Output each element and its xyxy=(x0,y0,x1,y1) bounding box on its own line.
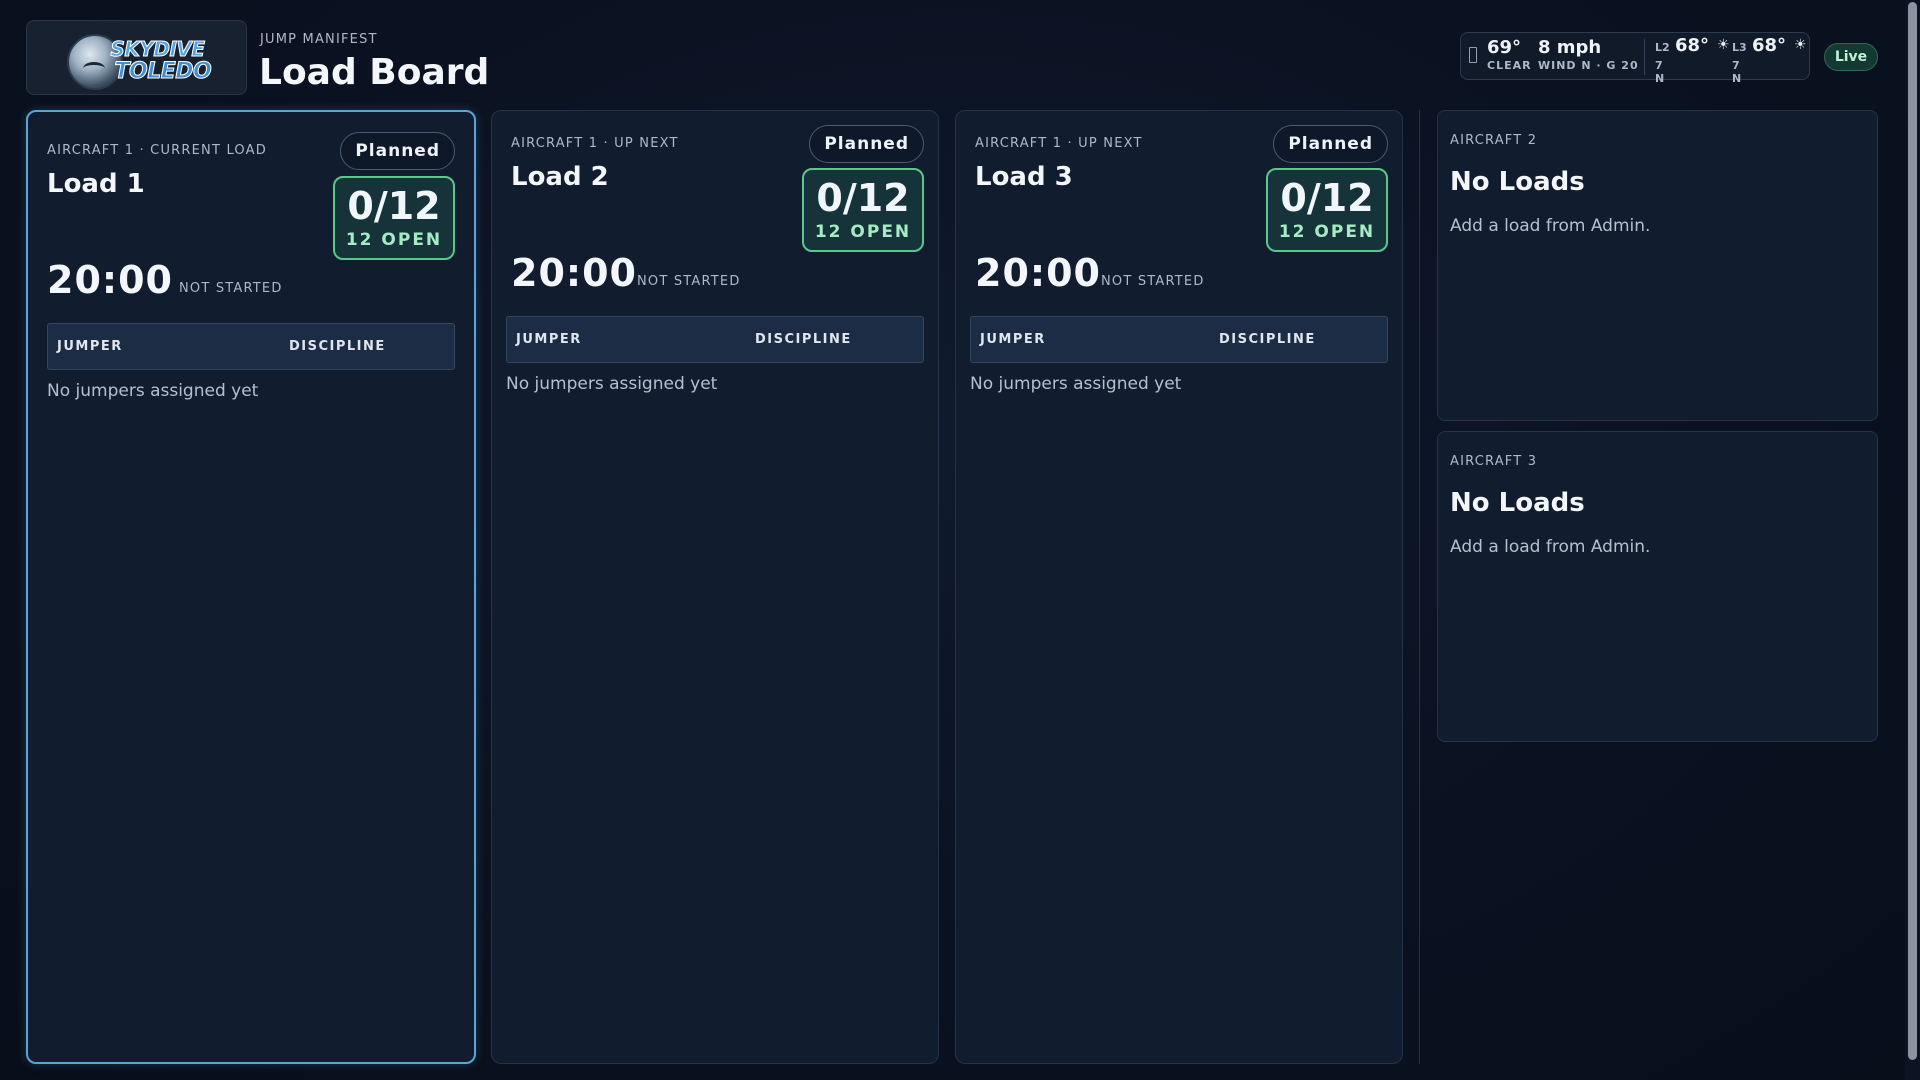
status-badge: Planned xyxy=(340,132,455,170)
jumper-table-header: JUMPER DISCIPLINE xyxy=(506,316,924,363)
load-name: Load 3 xyxy=(975,162,1073,192)
empty-jumpers-message: No jumpers assigned yet xyxy=(47,381,259,401)
column-discipline: DISCIPLINE xyxy=(755,332,852,347)
empty-jumpers-message: No jumpers assigned yet xyxy=(970,374,1182,394)
weather-temp: 69° xyxy=(1487,37,1522,58)
level-temp: 68° xyxy=(1752,35,1787,56)
level-wind: 7 N xyxy=(1732,59,1743,85)
aircraft-2-card: AIRCRAFT 2 No Loads Add a load from Admi… xyxy=(1437,110,1878,421)
column-jumper: JUMPER xyxy=(980,332,1046,347)
logo-text-line2: TOLEDO xyxy=(114,58,212,84)
aircraft-label: AIRCRAFT 3 xyxy=(1450,454,1538,469)
aircraft-label: AIRCRAFT 2 xyxy=(1450,133,1538,148)
timer-status: NOT STARTED xyxy=(179,281,283,296)
no-loads-title: No Loads xyxy=(1450,167,1585,197)
live-status-badge: Live xyxy=(1824,43,1878,71)
skydive-toledo-logo: SKYDIVE TOLEDO xyxy=(66,29,212,90)
status-badge: Planned xyxy=(809,125,924,163)
level-tag: L3 xyxy=(1732,41,1747,54)
logo-text-line1: SKYDIVE xyxy=(110,36,206,61)
sun-icon: ☀ xyxy=(1717,37,1730,53)
status-badge: Planned xyxy=(1273,125,1388,163)
column-divider xyxy=(1419,110,1420,1064)
load-timer: 20:00 xyxy=(511,251,637,295)
wind-speed: 8 mph xyxy=(1538,37,1602,58)
column-discipline: DISCIPLINE xyxy=(1219,332,1316,347)
slots-count: 0/12 xyxy=(816,176,910,220)
page-eyebrow: JUMP MANIFEST xyxy=(260,32,378,47)
scrollbar-thumb[interactable] xyxy=(1908,2,1917,1060)
slots-open: 12 OPEN xyxy=(814,222,912,242)
no-loads-title: No Loads xyxy=(1450,488,1585,518)
load-name: Load 2 xyxy=(511,162,609,192)
slots-counter: 0/12 12 OPEN xyxy=(333,176,455,260)
wind-detail: WIND N · G 20 xyxy=(1538,59,1639,72)
aircraft-label: AIRCRAFT 1 · CURRENT LOAD xyxy=(47,143,267,158)
empty-jumpers-message: No jumpers assigned yet xyxy=(506,374,718,394)
load-name: Load 1 xyxy=(47,169,145,199)
load-card-2[interactable]: AIRCRAFT 1 · UP NEXT Load 2 Planned 0/12… xyxy=(491,110,939,1064)
level-tag: L2 xyxy=(1655,41,1670,54)
slots-count: 0/12 xyxy=(1280,176,1374,220)
weather-divider xyxy=(1644,39,1645,75)
page-title: Load Board xyxy=(259,52,490,93)
column-discipline: DISCIPLINE xyxy=(289,339,386,354)
weather-condition: CLEAR xyxy=(1487,59,1532,72)
slots-counter: 0/12 12 OPEN xyxy=(802,168,924,252)
slots-counter: 0/12 12 OPEN xyxy=(1266,168,1388,252)
jumper-table-header: JUMPER DISCIPLINE xyxy=(47,323,455,370)
add-load-hint: Add a load from Admin. xyxy=(1450,537,1651,557)
timer-status: NOT STARTED xyxy=(637,274,741,289)
load-timer: 20:00 xyxy=(975,251,1101,295)
level-wind: 7 N xyxy=(1655,59,1666,85)
jumper-table-header: JUMPER DISCIPLINE xyxy=(970,316,1388,363)
weather-widget: 69° CLEAR 8 mph WIND N · G 20 L2 68° ☀ 7… xyxy=(1460,32,1810,85)
slots-open: 12 OPEN xyxy=(345,230,443,250)
sun-icon: ☀ xyxy=(1794,37,1807,53)
load-card-3[interactable]: AIRCRAFT 1 · UP NEXT Load 3 Planned 0/12… xyxy=(955,110,1403,1064)
load-timer: 20:00 xyxy=(47,258,173,302)
weather-icon xyxy=(1469,47,1477,63)
page-scrollbar[interactable] xyxy=(1905,0,1920,1080)
slots-open: 12 OPEN xyxy=(1278,222,1376,242)
level-temp: 68° xyxy=(1675,35,1710,56)
logo-container: SKYDIVE TOLEDO xyxy=(26,20,247,95)
load-card-1[interactable]: AIRCRAFT 1 · CURRENT LOAD Load 1 Planned… xyxy=(26,110,476,1064)
timer-status: NOT STARTED xyxy=(1101,274,1205,289)
aircraft-label: AIRCRAFT 1 · UP NEXT xyxy=(511,136,679,151)
column-jumper: JUMPER xyxy=(57,339,123,354)
slots-count: 0/12 xyxy=(347,184,441,228)
aircraft-label: AIRCRAFT 1 · UP NEXT xyxy=(975,136,1143,151)
add-load-hint: Add a load from Admin. xyxy=(1450,216,1651,236)
column-jumper: JUMPER xyxy=(516,332,582,347)
aircraft-3-card: AIRCRAFT 3 No Loads Add a load from Admi… xyxy=(1437,431,1878,742)
